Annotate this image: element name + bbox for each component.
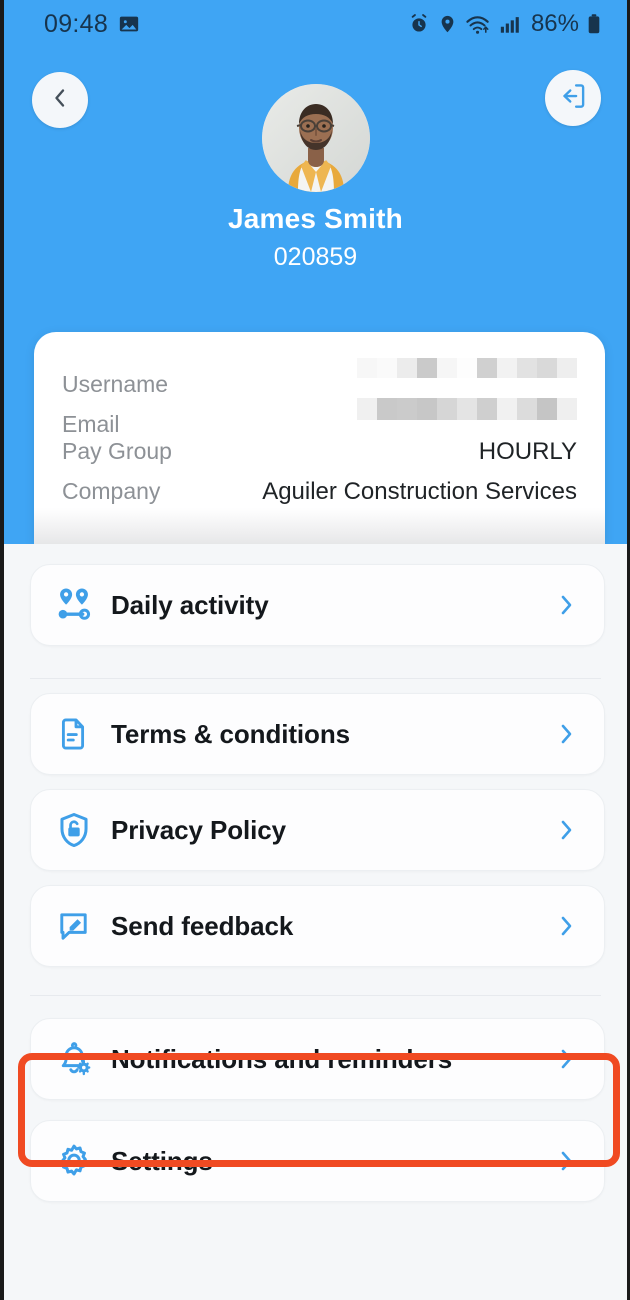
alarm-icon: [408, 13, 430, 35]
mosaic-blur: [357, 358, 577, 378]
menu-item-terms-and-conditions[interactable]: Terms & conditions: [30, 693, 605, 775]
group-divider: [30, 678, 601, 679]
info-value-pay-group: HOURLY: [478, 438, 577, 465]
menu-item-label: Terms & conditions: [111, 718, 350, 749]
redacted-username-value: [168, 358, 577, 392]
info-value-company: Aguiler Construction Services: [262, 478, 577, 505]
info-label-company: Company: [62, 478, 161, 504]
phone-screen: 09:48 86% James Smith 020859 Username Em…: [0, 0, 630, 1300]
chevron-right-icon: [548, 1046, 578, 1072]
info-label-email: Email: [62, 411, 120, 437]
avatar[interactable]: [261, 84, 370, 192]
chevron-right-icon: [548, 1148, 578, 1174]
user-id-label: 020859: [273, 243, 358, 271]
back-button[interactable]: [32, 72, 88, 128]
document-icon: [55, 716, 111, 752]
chevron-right-icon: [548, 592, 578, 618]
menu-item-label: Settings: [111, 1145, 213, 1176]
gallery-image-icon: [118, 13, 140, 35]
cellular-signal-icon: [499, 13, 521, 35]
info-row-pay-group: Pay Group HOURLY: [62, 438, 577, 478]
info-row-email: Email: [62, 398, 577, 438]
menu-item-notifications-and-reminders[interactable]: Notifications and reminders: [30, 1018, 605, 1100]
user-avatar-photo: [261, 84, 370, 192]
mosaic-blur: [357, 398, 577, 420]
info-row-username: Username: [62, 358, 577, 398]
redacted-email-value: [120, 398, 577, 432]
logout-icon: [558, 81, 588, 116]
chevron-right-icon: [548, 817, 578, 843]
battery-percent-label: 86%: [530, 10, 579, 37]
card-bottom-fade: [34, 508, 605, 544]
feedback-pencil-icon: [55, 908, 111, 945]
chevron-right-icon: [548, 913, 578, 939]
logout-button[interactable]: [545, 70, 601, 126]
gear-icon: [55, 1142, 111, 1180]
menu-list: Daily activity Terms & conditions Privac…: [4, 544, 627, 1300]
menu-item-send-feedback[interactable]: Send feedback: [30, 885, 605, 967]
chevron-left-icon: [50, 86, 70, 115]
location-icon: [438, 13, 457, 35]
map-route-pins-icon: [55, 586, 111, 624]
menu-item-label: Notifications and reminders: [111, 1043, 453, 1074]
info-label-pay-group: Pay Group: [62, 438, 172, 464]
chevron-right-icon: [548, 721, 578, 747]
status-bar-clock: 09:48: [44, 9, 109, 38]
page-title: James Smith: [228, 203, 403, 234]
status-bar: 09:48 86%: [4, 0, 627, 48]
profile-header: James Smith 020859 Username Email Pay Gr…: [4, 48, 627, 544]
shield-lock-icon: [55, 811, 111, 849]
profile-info-card: Username Email Pay Group HOURLY Company …: [34, 332, 605, 544]
menu-item-daily-activity[interactable]: Daily activity: [30, 564, 605, 646]
menu-item-label: Privacy Policy: [111, 814, 286, 845]
menu-item-label: Send feedback: [111, 910, 294, 941]
battery-icon: [587, 13, 601, 35]
menu-item-settings[interactable]: Settings: [30, 1120, 605, 1202]
bell-gear-icon: [55, 1040, 111, 1078]
menu-item-privacy-policy[interactable]: Privacy Policy: [30, 789, 605, 871]
wifi-icon: [465, 13, 491, 35]
menu-item-label: Daily activity: [111, 589, 269, 620]
group-divider: [30, 995, 601, 996]
info-label-username: Username: [62, 371, 169, 397]
